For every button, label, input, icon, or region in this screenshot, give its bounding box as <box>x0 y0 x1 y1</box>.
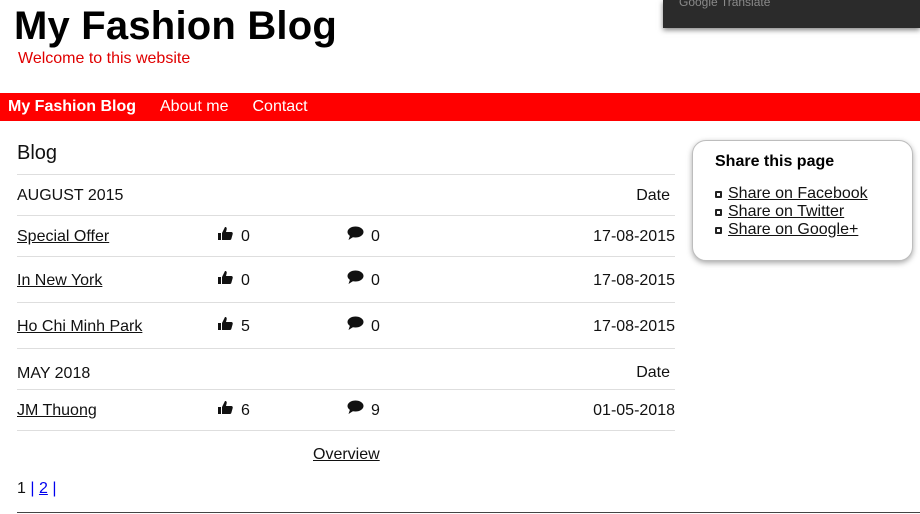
speech-bubble-icon <box>347 270 364 284</box>
post-row: Ho Chi Minh Park 5 0 17-08-2015 <box>17 303 675 349</box>
site-tagline: Welcome to this website <box>18 50 191 67</box>
blog-heading: Blog <box>17 142 58 164</box>
facebook-icon <box>715 190 722 198</box>
date-column-header: Date <box>636 187 670 204</box>
post-row: In New York 0 0 17-08-2015 <box>17 257 675 303</box>
like-count[interactable]: 0 <box>217 226 250 246</box>
like-count[interactable]: 5 <box>217 316 250 336</box>
month-label: MAY 2018 <box>17 365 91 382</box>
like-count-value: 5 <box>241 318 250 335</box>
nav-item-about-me[interactable]: About me <box>148 93 240 121</box>
twitter-icon <box>715 208 722 216</box>
post-date: 17-08-2015 <box>593 272 675 289</box>
comment-count[interactable]: 0 <box>347 316 380 336</box>
thumbs-up-icon <box>218 271 233 284</box>
google-translate-label: Google Translate <box>679 0 771 9</box>
google-plus-icon <box>715 226 722 234</box>
speech-bubble-icon <box>347 400 364 414</box>
comment-count[interactable]: 0 <box>347 226 380 246</box>
post-date: 17-08-2015 <box>593 228 675 245</box>
share-google-plus-link[interactable]: Share on Google+ <box>728 221 858 239</box>
main-navbar: My Fashion Blog About me Contact <box>0 93 920 121</box>
share-item-google-plus: Share on Google+ <box>715 221 868 239</box>
post-title-link[interactable]: In New York <box>17 272 102 290</box>
thumbs-up-icon <box>218 227 233 240</box>
comment-count-value: 0 <box>371 318 380 335</box>
thumbs-up-icon <box>218 317 233 330</box>
post-title-link[interactable]: Ho Chi Minh Park <box>17 318 142 336</box>
footer-divider <box>17 512 920 513</box>
month-header-row: AUGUST 2015 Date <box>17 175 675 216</box>
month-header-row: MAY 2018 Date <box>17 349 675 390</box>
comment-count-value: 0 <box>371 272 380 289</box>
month-label: AUGUST 2015 <box>17 187 124 204</box>
share-item-facebook: Share on Facebook <box>715 185 868 203</box>
post-row: JM Thuong 6 9 01-05-2018 <box>17 390 675 431</box>
thumbs-up-icon <box>218 401 233 414</box>
like-count-value: 6 <box>241 402 250 419</box>
share-facebook-link[interactable]: Share on Facebook <box>728 185 868 203</box>
like-count[interactable]: 6 <box>217 400 250 420</box>
google-translate-bar[interactable]: Google Translate <box>663 0 920 28</box>
page-link-2[interactable]: 2 <box>39 480 48 497</box>
pagination-separator: | <box>30 480 35 497</box>
comment-count[interactable]: 9 <box>347 400 380 420</box>
share-panel: Share this page Share on Facebook Share … <box>692 140 913 261</box>
like-count-value: 0 <box>241 228 250 245</box>
post-title-link[interactable]: JM Thuong <box>17 402 97 420</box>
post-date: 01-05-2018 <box>593 402 675 419</box>
speech-bubble-icon <box>347 226 364 240</box>
nav-brand-link[interactable]: My Fashion Blog <box>0 93 148 121</box>
pagination-separator: | <box>52 480 57 497</box>
speech-bubble-icon <box>347 316 364 330</box>
share-twitter-link[interactable]: Share on Twitter <box>728 203 844 221</box>
post-date: 17-08-2015 <box>593 318 675 335</box>
comment-count-value: 9 <box>371 402 380 419</box>
like-count-value: 0 <box>241 272 250 289</box>
post-title-link[interactable]: Special Offer <box>17 228 109 246</box>
share-panel-title: Share this page <box>715 153 835 170</box>
date-column-header: Date <box>636 364 670 381</box>
overview-link[interactable]: Overview <box>313 446 380 464</box>
share-item-twitter: Share on Twitter <box>715 203 868 221</box>
site-title: My Fashion Blog <box>14 4 337 48</box>
post-row: Special Offer 0 0 17-08-2015 <box>17 216 675 257</box>
share-links-list: Share on Facebook Share on Twitter Share… <box>715 185 868 239</box>
current-page: 1 <box>17 480 26 497</box>
nav-item-contact[interactable]: Contact <box>240 93 319 121</box>
comment-count[interactable]: 0 <box>347 270 380 290</box>
pagination: 1 | 2 | <box>17 480 56 498</box>
comment-count-value: 0 <box>371 228 380 245</box>
like-count[interactable]: 0 <box>217 270 250 290</box>
blog-post-table: AUGUST 2015 Date Special Offer 0 0 17-08… <box>17 174 675 431</box>
